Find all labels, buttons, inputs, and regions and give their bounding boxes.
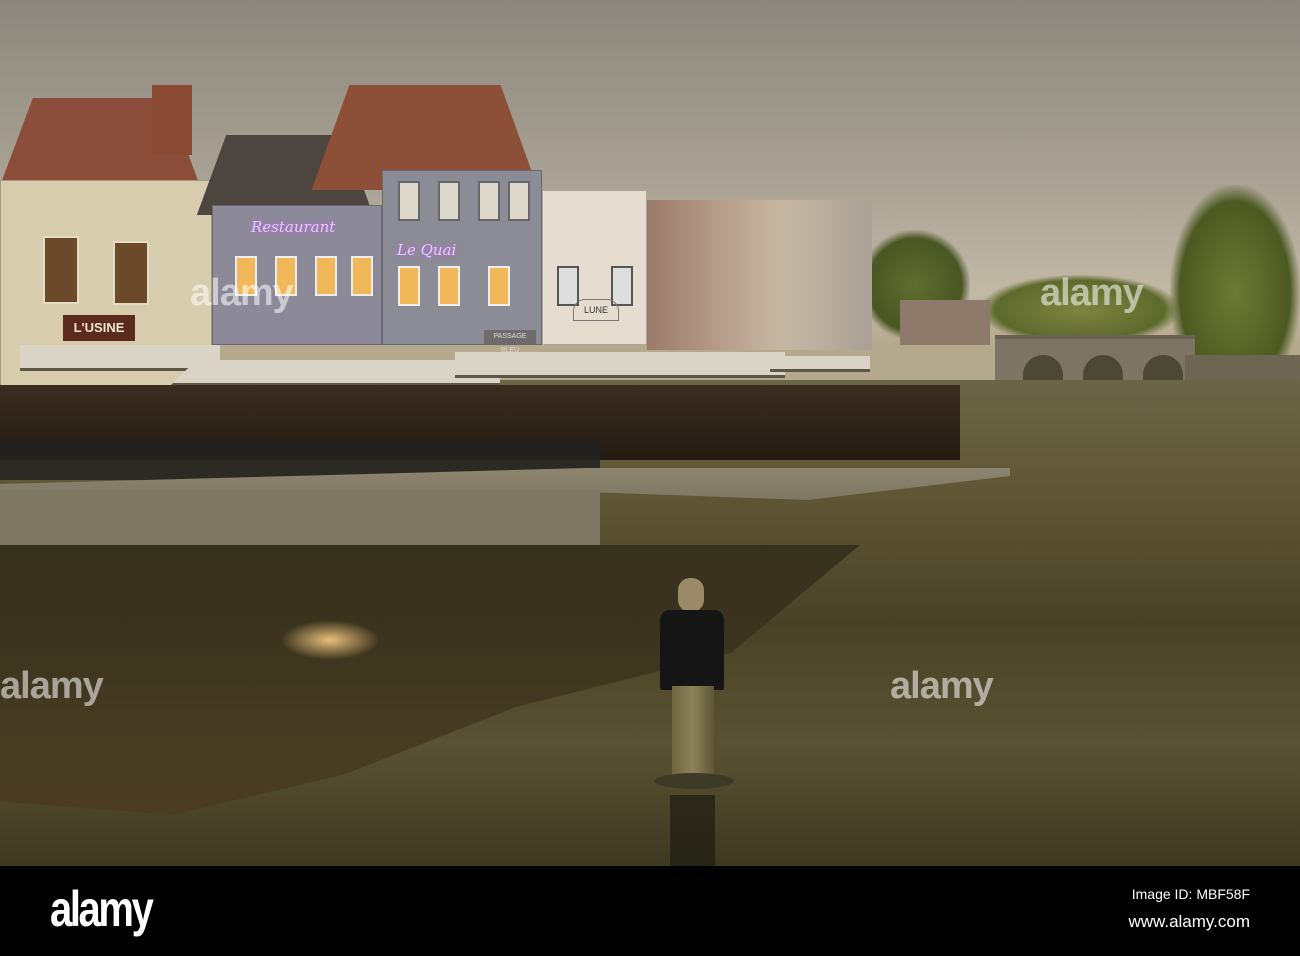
watermark: alamy [190, 272, 294, 314]
watermark: alamy [0, 665, 104, 707]
quay-wall-lower [0, 490, 600, 545]
awning [170, 360, 500, 386]
watermark: alamy [1040, 272, 1144, 314]
awning [455, 352, 785, 378]
restaurant-sign: Restaurant [251, 218, 336, 236]
chimney [152, 85, 192, 155]
buildings-far [647, 200, 872, 350]
usine-sign: L'USINE [63, 315, 135, 341]
alamy-url[interactable]: www.alamy.com [1128, 912, 1250, 932]
man-statue [654, 578, 734, 793]
building-distant [900, 300, 990, 345]
stone-bridge [995, 335, 1195, 385]
building-lune: LUNE [542, 190, 647, 345]
photo-canal-scene: L'USINE Restaurant Le Quai LUNE PASSAGE … [0, 0, 1300, 866]
awning [770, 356, 870, 372]
le-quai-sign: Le Quai [397, 241, 457, 259]
image-id: Image ID: MBF58F [1131, 886, 1250, 902]
statue-reflection [670, 795, 715, 866]
footer-bar: alamy Image ID: MBF58F www.alamy.com [0, 866, 1300, 956]
light-reflection [280, 620, 380, 660]
alamy-logo: alamy [50, 881, 154, 937]
watermark: alamy [890, 665, 994, 707]
lune-sign: LUNE [573, 299, 619, 321]
building-le-quai: Le Quai [382, 170, 542, 345]
passage-bleu-sign: PASSAGE BLEU [484, 330, 536, 354]
